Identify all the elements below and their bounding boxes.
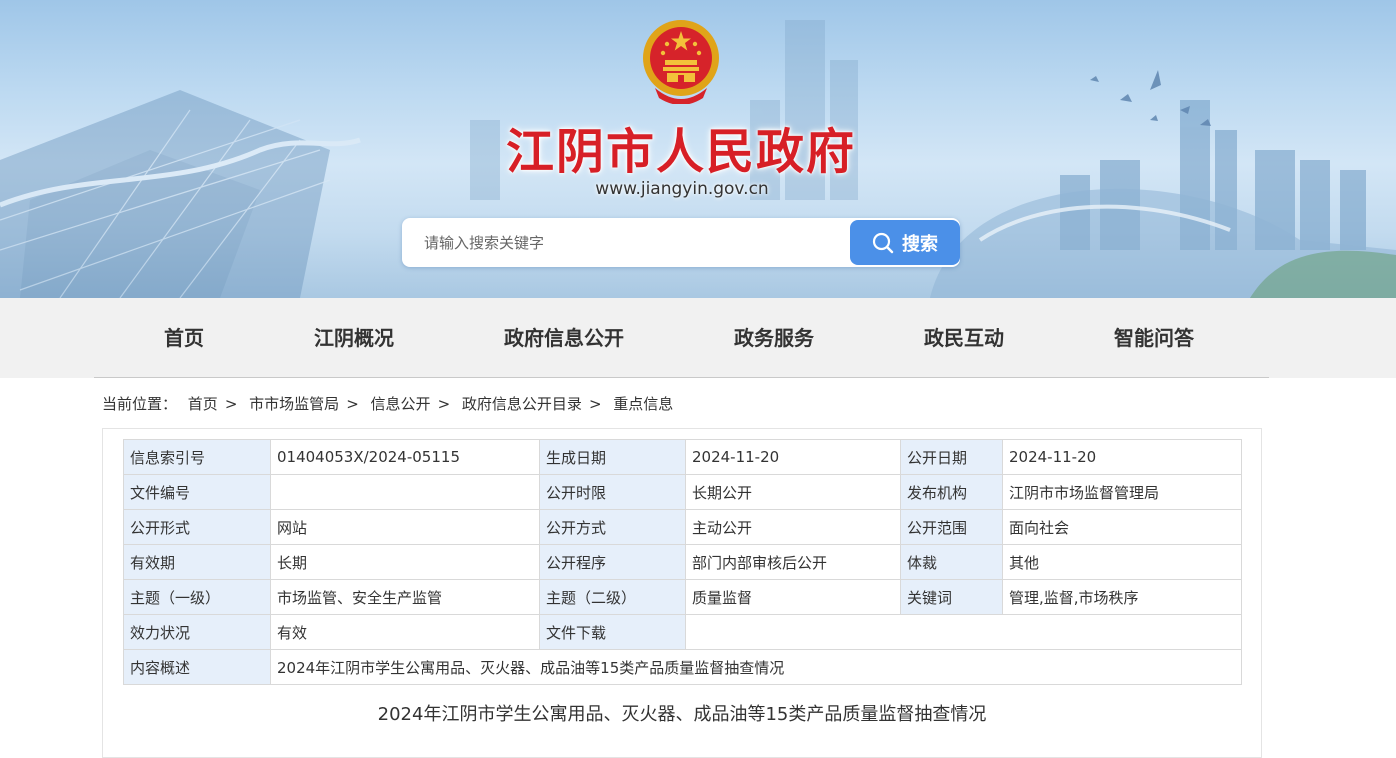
table-row: 文件编号 公开时限 长期公开 发布机构 江阴市市场监督管理局 xyxy=(123,474,1242,510)
meta-label: 体裁 xyxy=(900,544,1003,580)
meta-summary: 2024年江阴市学生公寓用品、灭火器、成品油等15类产品质量监督抽查情况 xyxy=(270,649,1242,685)
meta-label: 主题（二级） xyxy=(539,579,686,615)
meta-download[interactable] xyxy=(685,614,1242,650)
meta-label: 公开日期 xyxy=(900,439,1003,475)
meta-label: 公开时限 xyxy=(539,474,686,510)
meta-validity: 长期 xyxy=(270,544,540,580)
search-input[interactable] xyxy=(412,218,842,267)
meta-topic2: 质量监督 xyxy=(685,579,901,615)
meta-keywords: 管理,监督,市场秩序 xyxy=(1002,579,1242,615)
meta-label: 公开方式 xyxy=(539,509,686,545)
meta-label: 发布机构 xyxy=(900,474,1003,510)
breadcrumb-home[interactable]: 首页 xyxy=(188,395,218,413)
meta-label: 文件下载 xyxy=(539,614,686,650)
meta-limit: 长期公开 xyxy=(685,474,901,510)
search-icon xyxy=(872,232,894,253)
table-row: 主题（一级） 市场监管、安全生产监管 主题（二级） 质量监督 关键词 管理,监督… xyxy=(123,579,1242,615)
nav-item-gov-services[interactable]: 政务服务 xyxy=(734,298,814,378)
meta-procedure: 部门内部审核后公开 xyxy=(685,544,901,580)
main-nav: 首页 江阴概况 政府信息公开 政务服务 政民互动 智能问答 xyxy=(0,298,1396,378)
table-row: 有效期 长期 公开程序 部门内部审核后公开 体裁 其他 xyxy=(123,544,1242,580)
meta-topic1: 市场监管、安全生产监管 xyxy=(270,579,540,615)
breadcrumb-key-info[interactable]: 重点信息 xyxy=(613,395,673,413)
meta-genre: 其他 xyxy=(1002,544,1242,580)
nav-item-smart-qa[interactable]: 智能问答 xyxy=(1114,298,1194,378)
nav-item-interaction[interactable]: 政民互动 xyxy=(924,298,1004,378)
meta-index-no: 01404053X/2024-05115 xyxy=(270,439,540,475)
meta-status: 有效 xyxy=(270,614,540,650)
meta-label: 公开范围 xyxy=(900,509,1003,545)
breadcrumb-catalog[interactable]: 政府信息公开目录 xyxy=(462,395,582,413)
breadcrumb-separator: > xyxy=(437,395,451,413)
breadcrumb-separator: > xyxy=(346,395,359,413)
divider xyxy=(94,377,1269,378)
table-row: 效力状况 有效 文件下载 xyxy=(123,614,1242,650)
header-banner: 江阴市人民政府 www.jiangyin.gov.cn 搜索 xyxy=(0,0,1396,298)
site-title: 江阴市人民政府 xyxy=(505,124,856,180)
nav-item-info-disclosure[interactable]: 政府信息公开 xyxy=(504,298,624,378)
nav-item-home[interactable]: 首页 xyxy=(164,298,204,378)
meta-label: 文件编号 xyxy=(123,474,271,510)
breadcrumb-separator: > xyxy=(224,395,238,413)
meta-label: 内容概述 xyxy=(123,649,271,685)
meta-pub-date: 2024-11-20 xyxy=(1002,439,1242,475)
meta-label: 有效期 xyxy=(123,544,271,580)
site-domain: www.jiangyin.gov.cn xyxy=(595,179,769,199)
table-row: 信息索引号 01404053X/2024-05115 生成日期 2024-11-… xyxy=(123,439,1242,475)
breadcrumb: 当前位置： 首页 > 市市场监管局 > 信息公开 > 政府信息公开目录 > 重点信息 xyxy=(102,392,673,416)
meta-form: 网站 xyxy=(270,509,540,545)
meta-gen-date: 2024-11-20 xyxy=(685,439,901,475)
national-emblem-icon xyxy=(643,20,719,104)
metadata-table: 信息索引号 01404053X/2024-05115 生成日期 2024-11-… xyxy=(123,439,1242,685)
search-button[interactable]: 搜索 xyxy=(850,220,960,265)
meta-label: 关键词 xyxy=(900,579,1003,615)
table-row: 内容概述 2024年江阴市学生公寓用品、灭火器、成品油等15类产品质量监督抽查情… xyxy=(123,649,1242,685)
search-button-label: 搜索 xyxy=(902,233,938,255)
breadcrumb-market-bureau[interactable]: 市市场监管局 xyxy=(249,395,339,413)
breadcrumb-prefix: 当前位置： xyxy=(102,395,178,413)
table-row: 公开形式 网站 公开方式 主动公开 公开范围 面向社会 xyxy=(123,509,1242,545)
meta-file-no xyxy=(270,474,540,510)
nav-item-overview[interactable]: 江阴概况 xyxy=(314,298,394,378)
meta-label: 信息索引号 xyxy=(123,439,271,475)
meta-label: 效力状况 xyxy=(123,614,271,650)
meta-scope: 面向社会 xyxy=(1002,509,1242,545)
breadcrumb-info-disclosure[interactable]: 信息公开 xyxy=(371,395,431,413)
meta-label: 主题（一级） xyxy=(123,579,271,615)
breadcrumb-separator: > xyxy=(588,395,602,413)
meta-method: 主动公开 xyxy=(685,509,901,545)
search-bar: 搜索 xyxy=(402,218,960,267)
meta-org: 江阴市市场监督管理局 xyxy=(1002,474,1242,510)
meta-label: 公开形式 xyxy=(123,509,271,545)
meta-label: 公开程序 xyxy=(539,544,686,580)
meta-label: 生成日期 xyxy=(539,439,686,475)
document-title: 2024年江阴市学生公寓用品、灭火器、成品油等15类产品质量监督抽查情况 xyxy=(377,704,987,725)
